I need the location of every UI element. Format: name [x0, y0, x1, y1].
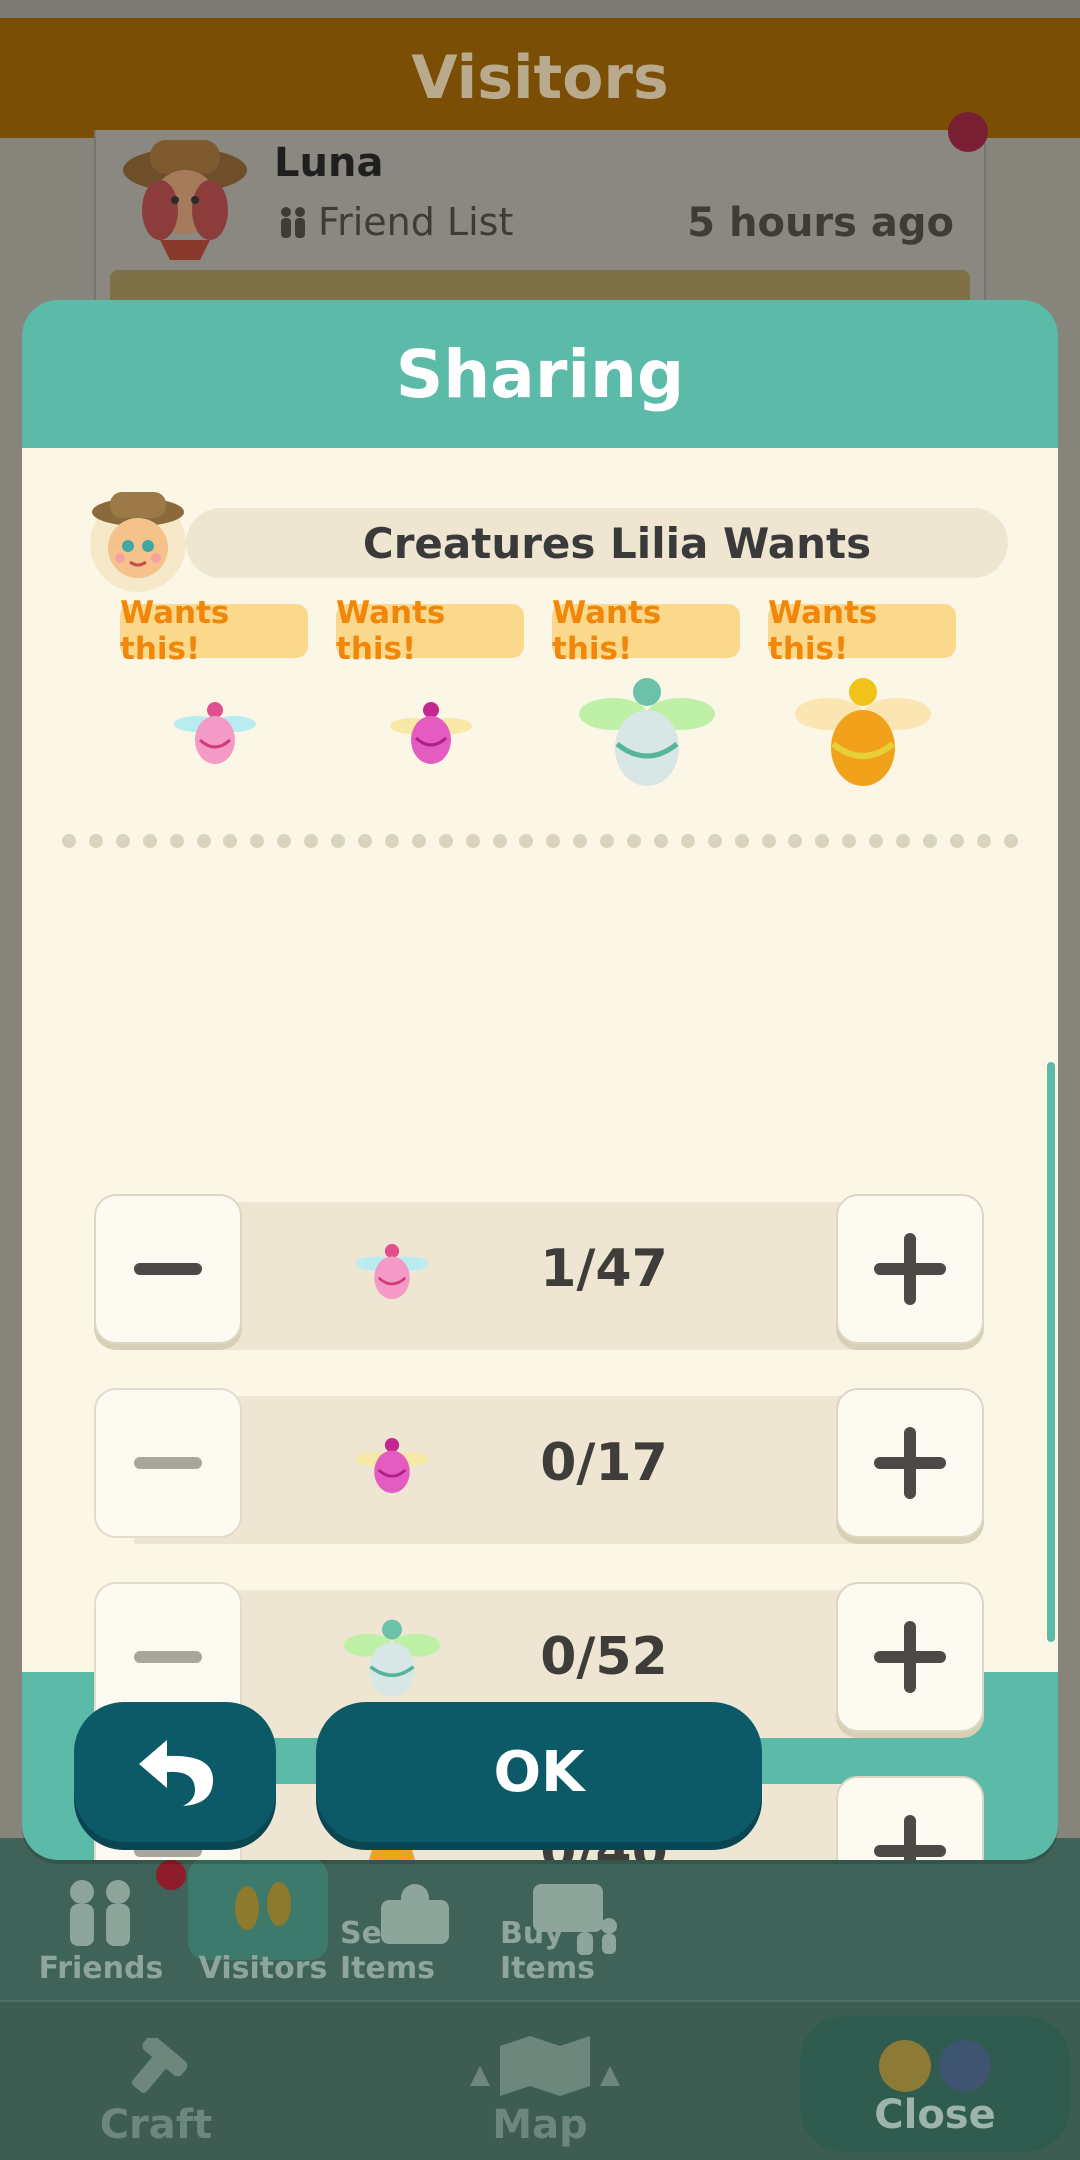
dialog-title: Sharing — [395, 335, 685, 413]
bottom-tab-bar: Friends Visitors Sell Items Buy Items — [0, 1838, 1080, 2000]
map-icon — [470, 2036, 620, 2096]
friend-list-icon — [281, 207, 305, 238]
minus-icon — [134, 1263, 202, 1275]
visitor-source-label: Friend List — [318, 200, 514, 244]
friends-icon — [70, 1880, 130, 1946]
visitor-avatar — [123, 140, 247, 260]
friends-notification-badge — [156, 1860, 186, 1890]
header-title: Visitors — [411, 43, 669, 113]
pink-bug-icon — [355, 1244, 429, 1300]
map-button[interactable]: Map — [440, 2002, 640, 2160]
bottom-action-bar: Craft Map Close — [0, 2000, 1080, 2160]
decrease-button[interactable] — [94, 1194, 242, 1344]
visitor-time: 5 hours ago — [687, 200, 954, 246]
pink-bug-icon — [174, 702, 256, 764]
minus-icon — [134, 1651, 202, 1663]
buy-box-icon — [533, 1884, 617, 1955]
orange-bug-icon — [795, 678, 931, 786]
wants-tag: Wants this! — [552, 595, 740, 667]
mint-bug-icon — [579, 678, 715, 786]
back-button[interactable] — [74, 1702, 276, 1842]
wanted-items: Wants this! Wants this! Wants this! Want… — [120, 595, 1000, 804]
plus-icon — [874, 1427, 946, 1499]
map-label: Map — [492, 2102, 588, 2148]
visitors-header: Visitors — [0, 18, 1080, 138]
wants-tag: Wants this! — [120, 595, 308, 667]
wants-heading: Creatures Lilia Wants — [186, 508, 1008, 578]
close-button[interactable]: Close — [800, 2016, 1070, 2152]
notification-badge — [948, 112, 988, 152]
share-item-image — [342, 1392, 442, 1532]
tab-buy-items[interactable]: Buy Items — [500, 1838, 650, 2000]
wants-tag: Wants this! — [768, 595, 956, 667]
sell-box-icon — [381, 1884, 449, 1944]
magenta-bug-icon — [355, 1438, 429, 1494]
tab-visitors[interactable]: Visitors — [188, 1838, 338, 2000]
plus-icon — [874, 1233, 946, 1305]
minus-icon — [134, 1457, 202, 1469]
wanted-item[interactable]: Wants this! — [336, 595, 526, 804]
tab-friends[interactable]: Friends — [26, 1838, 186, 2000]
visitor-name: Luna — [274, 140, 384, 186]
share-item-image — [342, 1198, 442, 1338]
dotted-divider — [62, 834, 1018, 854]
dialog-footer: OK — [22, 1672, 1058, 1860]
tab-label: Friends — [38, 1951, 164, 1986]
craft-label: Craft — [99, 2102, 213, 2148]
share-count: 0/17 — [540, 1433, 668, 1493]
decrease-button[interactable] — [94, 1388, 242, 1538]
close-label: Close — [874, 2092, 996, 2138]
share-count: 1/47 — [540, 1239, 668, 1299]
craft-button[interactable]: Craft — [96, 2002, 216, 2160]
wanted-item[interactable]: Wants this! — [768, 595, 958, 804]
hammer-icon — [131, 2038, 188, 2093]
share-row: 1/47 — [94, 1194, 984, 1350]
increase-button[interactable] — [836, 1388, 984, 1538]
back-arrow-icon — [139, 1740, 213, 1806]
tab-sell-items[interactable]: Sell Items — [340, 1838, 490, 2000]
lilia-avatar — [90, 492, 186, 592]
wanted-item[interactable]: Wants this! — [552, 595, 742, 804]
status-strip — [0, 0, 1080, 18]
share-row: 0/17 — [94, 1388, 984, 1544]
magenta-bug-icon — [390, 702, 472, 764]
sharing-dialog: Sharing Creatures Lilia Wants Wants this… — [22, 300, 1058, 1860]
ok-button[interactable]: OK — [316, 1702, 762, 1842]
increase-button[interactable] — [836, 1194, 984, 1344]
visitor-source: Friend List — [278, 200, 513, 244]
footprints-icon — [235, 1882, 291, 1930]
dialog-body: Creatures Lilia Wants Wants this! Wants … — [22, 448, 1058, 1860]
dialog-scrollbar[interactable] — [1047, 1062, 1055, 1642]
tab-label: Visitors — [198, 1951, 328, 1986]
wanted-item[interactable]: Wants this! — [120, 595, 310, 804]
villagers-icon — [879, 2040, 991, 2092]
wants-tag: Wants this! — [336, 595, 524, 667]
wants-header: Creatures Lilia Wants — [86, 488, 1008, 592]
